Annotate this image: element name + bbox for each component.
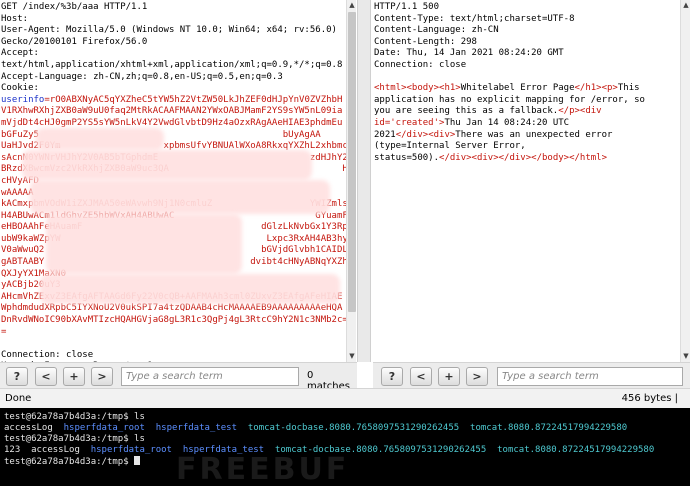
response-header-line: Connection: close	[374, 59, 467, 70]
add-search-button[interactable]: +	[63, 367, 85, 386]
directory-entry: hsperfdata_test	[155, 423, 248, 433]
response-pane[interactable]: HTTP/1.1 500 Content-Type: text/html;char…	[373, 0, 690, 362]
cookie-value: =rO0ABXNyAC5qYXZheC5tYW5hZ2VtZW50LkJhZEF…	[44, 94, 343, 105]
next-match-button[interactable]: >	[466, 367, 488, 386]
response-header-line: Content-Type: text/html;charset=UTF-8	[374, 13, 575, 24]
redaction-blur	[30, 180, 330, 214]
request-line: GET /index/%3b/aaa HTTP/1.1	[1, 2, 148, 12]
terminal-text: accessLog	[4, 423, 64, 433]
request-search-input[interactable]	[121, 367, 299, 386]
html-tag: </p><div	[558, 106, 602, 117]
response-header-line: Content-Length: 298	[374, 36, 477, 47]
html-text: (type=Internal Server Error,	[374, 141, 526, 152]
response-body-line: application has no explicit mapping for …	[374, 95, 690, 107]
redaction-blur	[36, 128, 164, 150]
response-body-line: status=500).</div><div></div></body></ht…	[374, 153, 690, 165]
html-text: you are seeing this as a fallback.	[374, 106, 559, 117]
html-text: 2021	[374, 129, 396, 140]
response-body-line: 2021</div><div>There was an unexpected e…	[374, 130, 690, 142]
response-header-line: HTTP/1.1 500	[374, 2, 440, 12]
watermark-logo: FREEBUF	[176, 452, 350, 486]
terminal-text: 123 accessLog	[4, 445, 91, 455]
html-text: status=500).	[374, 152, 440, 163]
response-body-line: you are seeing this as a fallback.</p><d…	[374, 106, 690, 118]
pane-divider[interactable]	[357, 0, 371, 362]
terminal-line: test@62a78a7b4d3a:/tmp$ ls	[4, 412, 690, 423]
html-tag: <html><body><h1>	[374, 83, 461, 94]
scroll-thumb[interactable]	[348, 12, 356, 312]
response-body-line: (type=Internal Server Error,	[374, 141, 690, 153]
directory-entry: hsperfdata_root	[63, 423, 156, 433]
request-line: Gecko/20100101 Firefox/56.0	[1, 36, 148, 47]
response-scrollbar[interactable]: ▲ ▼	[680, 0, 690, 362]
request-line: DnRvdWNoIC90bXAvMTIzcHQAHGVjaG8gL3R1c3Qg…	[1, 315, 348, 326]
request-line: text/html,application/xhtml+xml,applicat…	[1, 59, 343, 70]
previous-match-button[interactable]: <	[410, 367, 432, 386]
cookie-name: userinfo	[1, 94, 45, 105]
request-line: User-Agent: Mozilla/5.0 (Windows NT 10.0…	[1, 25, 337, 36]
scroll-down-icon[interactable]: ▼	[682, 352, 690, 360]
response-size: 456 bytes |	[621, 393, 678, 404]
redaction-blur	[22, 150, 312, 180]
response-search-toolbar: ? < + >	[373, 362, 690, 388]
response-header-line: Content-Language: zh-CN	[374, 25, 499, 36]
request-line	[1, 338, 356, 350]
html-text: application has no explicit mapping for …	[374, 94, 645, 105]
html-text: Whitelabel Error Page	[460, 83, 575, 94]
scroll-up-icon[interactable]: ▲	[682, 1, 690, 9]
html-text: There was an unexpected error	[455, 129, 613, 140]
redaction-blur	[46, 214, 242, 274]
request-line: userinfo=rO0ABXNyAC5qYXZheC5tYW5hZ2VtZW5…	[1, 95, 356, 107]
request-line: Connection: close	[1, 349, 94, 360]
html-text: Thu Jan 14 08:24:20 UTC	[444, 117, 570, 128]
html-tag: </h1><p>	[574, 83, 618, 94]
response-body-line: <html><body><h1>Whitelabel Error Page</h…	[374, 83, 690, 95]
terminal-line: test@62a78a7b4d3a:/tmp$ ls	[4, 434, 690, 445]
scroll-down-icon[interactable]: ▼	[348, 352, 356, 360]
request-scrollbar[interactable]: ▲ ▼	[346, 0, 356, 362]
terminal-text: test@62a78a7b4d3a:/tmp$ ls	[4, 434, 145, 444]
response-body-line: id='created'>Thu Jan 14 08:24:20 UTC	[374, 118, 690, 130]
request-line: Cookie:	[1, 83, 39, 94]
response-header-line: Date: Thu, 14 Jan 2021 08:24:20 GMT	[374, 48, 564, 59]
response-search-input[interactable]	[497, 367, 683, 386]
request-line: WphdmdudXRpbC5IYXNoU2V0ukSPI7a4tzQDAAB4c…	[1, 303, 343, 314]
terminal-line: accessLog hsperfdata_root hsperfdata_tes…	[4, 423, 690, 434]
add-search-button[interactable]: +	[438, 367, 460, 386]
cursor-icon	[134, 456, 141, 465]
previous-match-button[interactable]: <	[35, 367, 57, 386]
request-line: =	[1, 326, 7, 337]
status-bar: Done 456 bytes |	[0, 388, 690, 408]
request-line: Accept:	[1, 48, 39, 59]
html-text: This	[617, 83, 640, 94]
html-tag: id='created'	[374, 117, 440, 128]
terminal-text: test@62a78a7b4d3a:/tmp$	[4, 457, 135, 467]
scroll-up-icon[interactable]: ▲	[348, 1, 356, 9]
request-line: Host:	[1, 13, 34, 24]
request-pane[interactable]: GET /index/%3b/aaa HTTP/1.1 Host: User-Ag…	[0, 0, 356, 362]
directory-entry: tomcat.8080.87224517994229580	[470, 423, 628, 433]
html-tag: </div><div></div></body></html>	[439, 152, 608, 163]
redaction-blur	[40, 274, 340, 304]
directory-entry: hsperfdata_root	[90, 445, 183, 455]
request-line: Accept-Language: zh-CN,zh;q=0.8,en-US;q=…	[1, 71, 283, 82]
request-line: V1RXhwRXhjZXB0aW9uU0faq2MtRkACAAFMAAN2YW…	[1, 106, 343, 117]
terminal-text: test@62a78a7b4d3a:/tmp$ ls	[4, 412, 145, 422]
request-search-toolbar: ? < + > 0 matches	[0, 362, 357, 392]
html-tag: </div><div>	[395, 129, 456, 140]
help-button[interactable]: ?	[381, 367, 403, 386]
response-text[interactable]: HTTP/1.1 500 Content-Type: text/html;char…	[373, 0, 690, 164]
directory-entry: tomcat-docbase.8080.7658097531290262455	[247, 423, 471, 433]
directory-entry: tomcat.8080.87224517994229580	[497, 445, 655, 455]
status-text: Done	[5, 393, 32, 404]
help-button[interactable]: ?	[6, 367, 28, 386]
next-match-button[interactable]: >	[91, 367, 113, 386]
